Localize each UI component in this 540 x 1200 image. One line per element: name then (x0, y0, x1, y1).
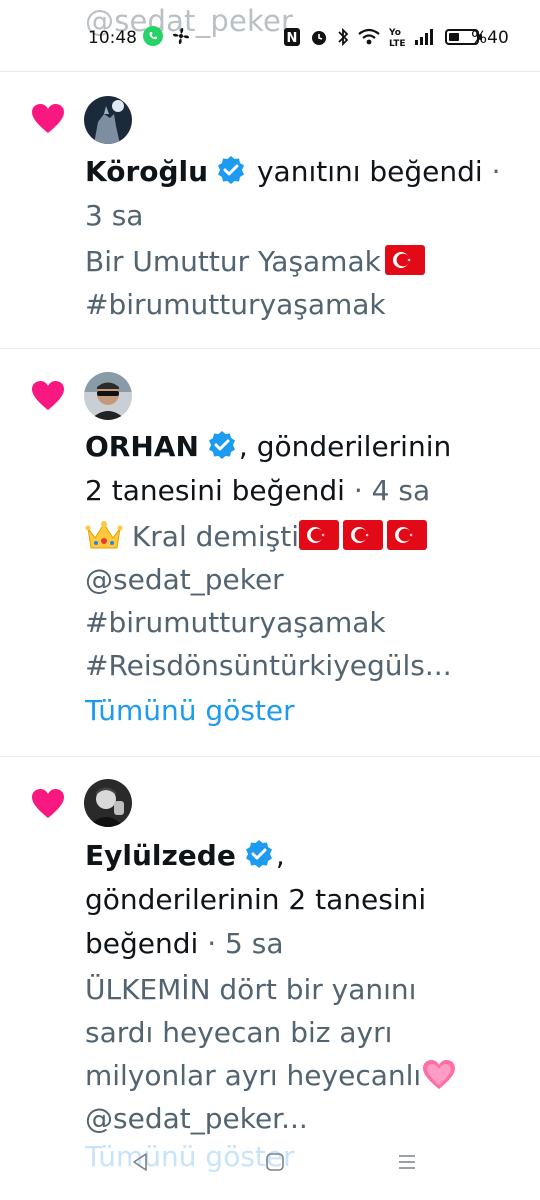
status-bar: 10:48 N Yo LTE %40 (0, 18, 540, 58)
battery-percentage: %40 (471, 28, 509, 48)
fan-icon (173, 28, 189, 44)
notification-item[interactable]: Eylülzede, gönderilerinin 2 tanesini beğ… (0, 757, 540, 1200)
avatar[interactable] (84, 96, 132, 144)
notification-item[interactable]: ORHAN, gönderilerinin 2 tanesini beğendi… (0, 349, 540, 757)
whatsapp-icon (143, 26, 163, 46)
avatar[interactable] (84, 779, 132, 827)
heart-icon (32, 789, 64, 818)
hashtag[interactable]: #birumutturyaşamak (85, 601, 515, 644)
tweet-text: Bir Umuttur Yaşamak (85, 245, 381, 278)
svg-text:N: N (287, 31, 298, 46)
show-more-link[interactable]: Tümünü göster (85, 1140, 295, 1173)
turkey-flag-icon (387, 520, 428, 550)
back-button-icon[interactable] (131, 1152, 149, 1172)
comma: , (275, 839, 285, 872)
user-name[interactable]: ORHAN (85, 430, 199, 463)
show-more-link[interactable]: Tümünü göster (85, 689, 515, 733)
verified-badge-icon (218, 156, 245, 184)
wifi-icon (358, 28, 380, 45)
action-text: yanıtını beğendi (256, 155, 483, 188)
tweet-text: milyonlar ayrı heyecanlı (85, 1059, 422, 1092)
turkey-flag-icon (343, 520, 384, 550)
tweet-text: Kral demişti (131, 520, 300, 553)
status-time: 10:48 (88, 28, 137, 48)
mention[interactable]: @sedat_peker... (85, 1097, 515, 1140)
tweet-text: sardı heyecan biz ayrı (85, 1016, 393, 1049)
action-text: gönderilerinin 2 tanesini (85, 883, 427, 916)
separator: · (207, 927, 217, 960)
bluetooth-icon (338, 27, 349, 47)
system-navigation-bar: Tümünü göster (0, 1140, 540, 1200)
comma: , (238, 430, 248, 463)
verified-badge-icon (245, 840, 272, 868)
notification-item[interactable]: Köroğlu yanıtını beğendi · 3 sa Bir Umut… (0, 72, 540, 348)
sparkling-heart-icon (421, 1059, 457, 1092)
turkey-flag-icon (299, 520, 340, 550)
separator: · (353, 474, 363, 507)
turkey-flag-icon (384, 245, 425, 275)
hashtag[interactable]: #birumutturyaşamak (85, 283, 515, 326)
user-name[interactable]: Eylülzede (85, 839, 236, 872)
action-text: beğendi (85, 927, 199, 960)
crown-icon (85, 515, 123, 558)
tweet-text: ÜLKEMİN dört bir yanını (85, 973, 417, 1006)
separator: · (491, 155, 501, 188)
action-text: gönderilerinin (256, 430, 452, 463)
timestamp: 5 sa (225, 927, 284, 960)
nfc-icon: N (284, 28, 300, 46)
action-text: 2 tanesini beğendi (85, 474, 345, 507)
svg-text:LTE: LTE (389, 39, 405, 48)
avatar[interactable] (84, 372, 132, 420)
menu-button-icon[interactable] (397, 1152, 417, 1172)
signal-icon (415, 29, 433, 45)
svg-text:Yo: Yo (389, 28, 401, 38)
volte-icon: Yo LTE (389, 28, 405, 48)
timestamp: 4 sa (371, 474, 431, 507)
home-button-icon[interactable] (265, 1152, 285, 1172)
user-name[interactable]: Köroğlu (85, 155, 208, 188)
timestamp: 3 sa (85, 199, 144, 232)
alarm-icon (312, 31, 326, 45)
verified-badge-icon (208, 431, 235, 459)
hashtag[interactable]: #Reisdönsüntürkiyegüls... (85, 644, 515, 687)
heart-icon (32, 104, 64, 133)
heart-icon (32, 381, 64, 410)
mention[interactable]: @sedat_peker (85, 558, 515, 601)
